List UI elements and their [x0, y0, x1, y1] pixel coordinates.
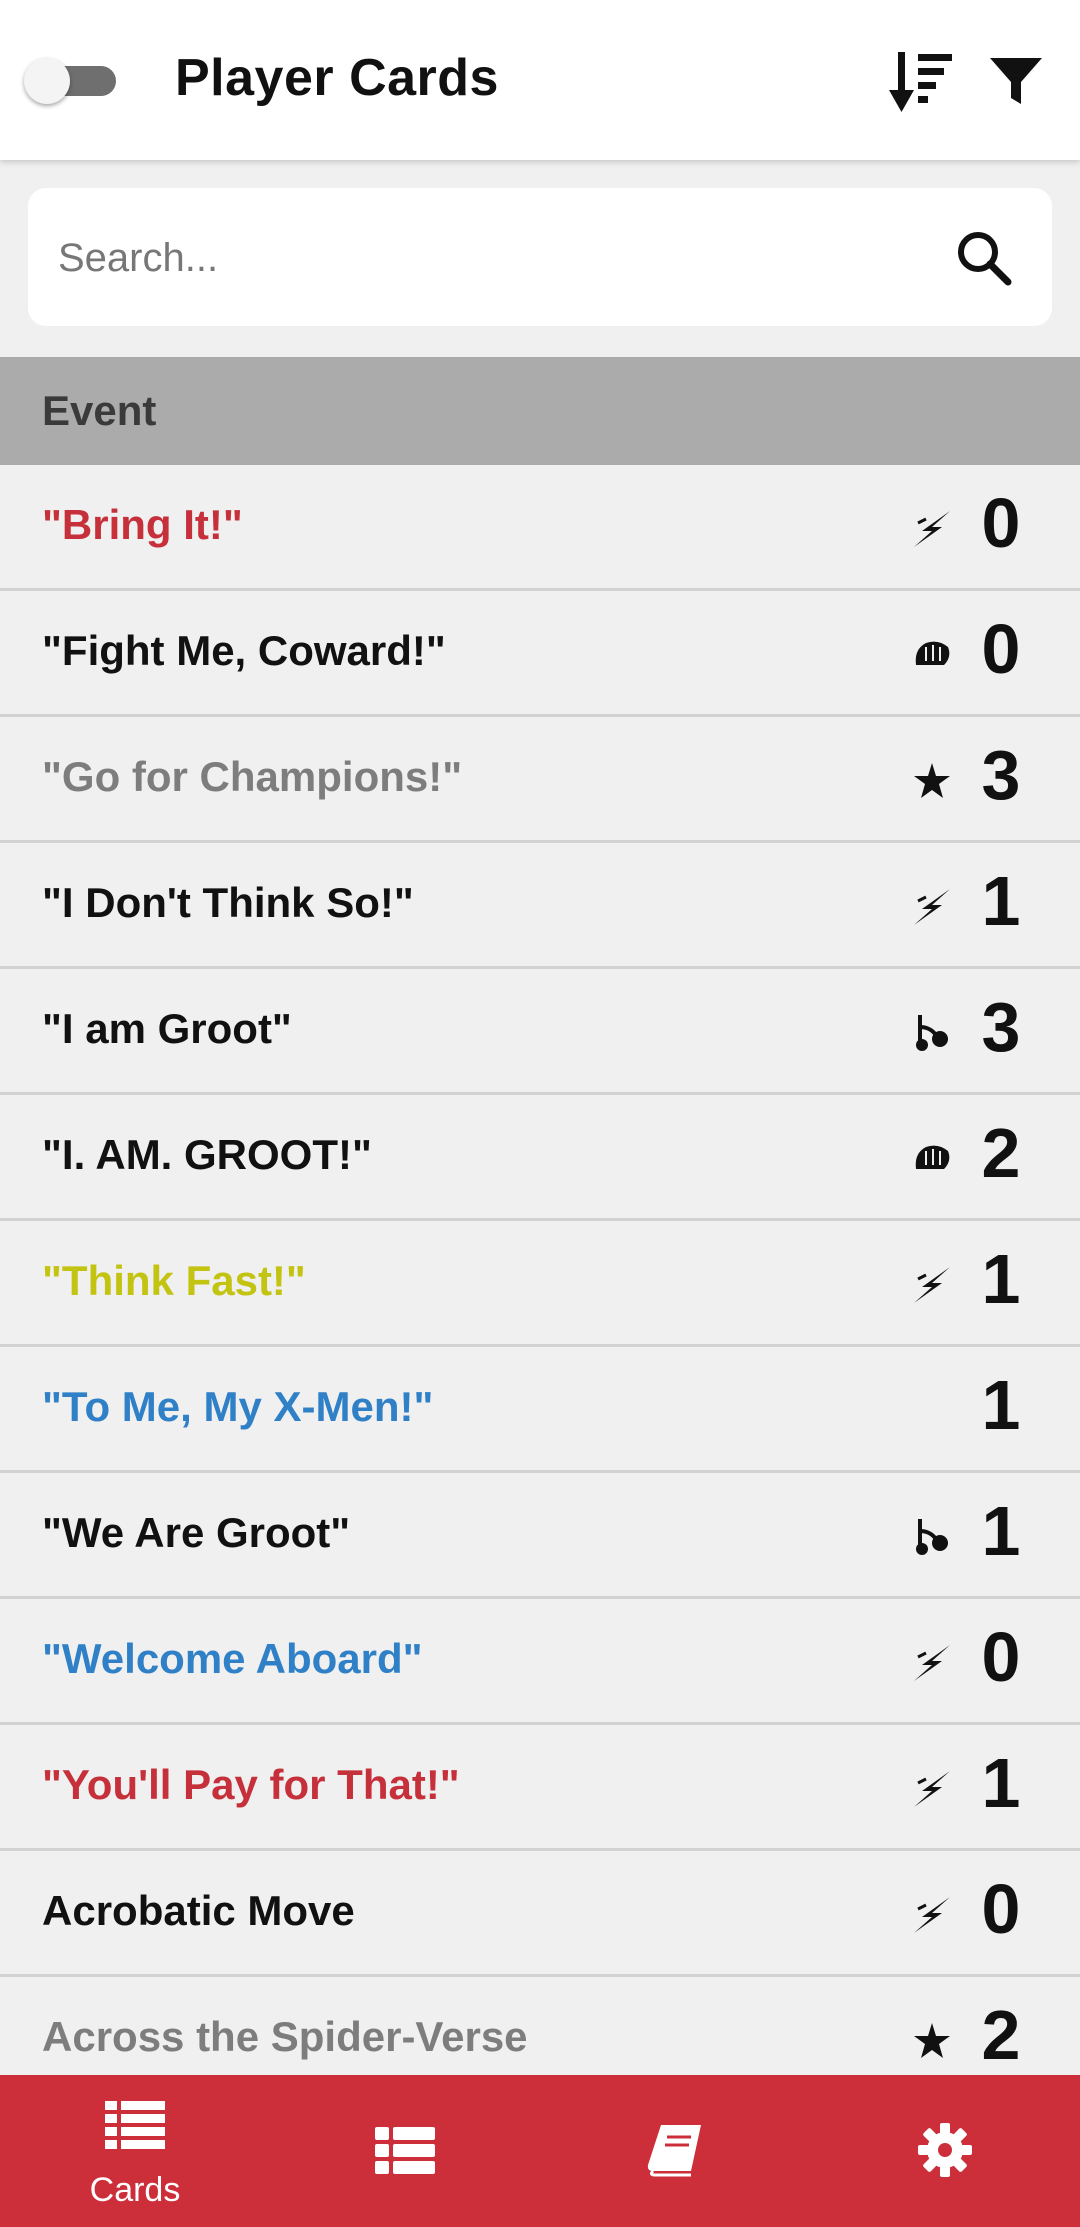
card-name: "Go for Champions!" [42, 753, 463, 800]
card-row[interactable]: "I Don't Think So!" 1 [0, 843, 1080, 969]
filter-button[interactable] [988, 54, 1044, 110]
view-toggle[interactable] [24, 58, 116, 104]
card-list-icon [105, 2101, 165, 2149]
card-name: "I. AM. GROOT!" [42, 1131, 372, 1178]
card-cost: 1 [981, 1366, 1021, 1444]
card-cost: 0 [981, 1618, 1021, 1696]
filter-icon [990, 58, 1042, 104]
sort-button[interactable] [888, 50, 954, 114]
card-name: "I Don't Think So!" [42, 879, 414, 926]
section-title: Event [42, 387, 157, 434]
fist-icon [912, 1139, 952, 1179]
card-cost: 2 [981, 1114, 1021, 1192]
nav-item-settings[interactable] [810, 2075, 1080, 2227]
card-row[interactable]: Acrobatic Move 0 [0, 1851, 1080, 1977]
bolt-icon [912, 1769, 952, 1809]
card-cost: 3 [981, 988, 1021, 1066]
bottom-nav: Cards [0, 2075, 1080, 2227]
nav-item-cards[interactable]: Cards [0, 2075, 270, 2227]
card-name: Across the Spider-Verse [42, 2013, 528, 2060]
card-name: "We Are Groot" [42, 1509, 351, 1556]
branch-icon [912, 1013, 952, 1053]
toggle-knob [24, 58, 70, 104]
card-name: "I am Groot" [42, 1005, 292, 1052]
section-header: Event [0, 357, 1080, 465]
nav-label-cards: Cards [89, 2171, 181, 2209]
card-name: "Think Fast!" [42, 1257, 306, 1304]
card-row[interactable]: "Welcome Aboard" 0 [0, 1599, 1080, 1725]
card-cost: 0 [981, 1870, 1021, 1948]
bolt-icon [912, 1265, 952, 1305]
card-row[interactable]: "You'll Pay for That!" 1 [0, 1725, 1080, 1851]
fist-icon [912, 635, 952, 675]
card-row[interactable]: "Go for Champions!" 3 [0, 717, 1080, 843]
card-name: "Welcome Aboard" [42, 1635, 423, 1682]
card-row[interactable]: "Bring It!" 0 [0, 465, 1080, 591]
card-row[interactable]: "Think Fast!" 1 [0, 1221, 1080, 1347]
card-row[interactable]: "Fight Me, Coward!" 0 [0, 591, 1080, 717]
card-row[interactable]: "I am Groot" 3 [0, 969, 1080, 1095]
card-cost: 1 [981, 1744, 1021, 1822]
card-cost: 2 [981, 1996, 1021, 2074]
branch-icon [912, 1517, 952, 1557]
card-row[interactable]: "We Are Groot" 1 [0, 1473, 1080, 1599]
search-input[interactable] [56, 224, 940, 292]
card-list: "Bring It!" 0 "Fight Me, Coward!" 0 "Go for … [0, 465, 1080, 2103]
card-name: Acrobatic Move [42, 1887, 355, 1934]
list-icon [375, 2127, 435, 2174]
nav-item-rules[interactable] [540, 2075, 810, 2227]
card-cost: 1 [981, 1240, 1021, 1318]
bolt-icon [912, 509, 952, 549]
card-cost: 1 [981, 1492, 1021, 1570]
bolt-icon [912, 887, 952, 927]
card-row[interactable]: "To Me, My X-Men!" 1 [0, 1347, 1080, 1473]
card-name: "Fight Me, Coward!" [42, 627, 446, 674]
book-icon [647, 2125, 701, 2177]
card-name: "To Me, My X-Men!" [42, 1383, 434, 1430]
search-icon[interactable] [952, 226, 1016, 290]
app-bar: Player Cards [0, 0, 1080, 160]
card-name: "Bring It!" [42, 501, 243, 548]
card-cost: 1 [981, 862, 1021, 940]
sort-icon [889, 52, 952, 112]
card-cost: 3 [981, 736, 1021, 814]
nav-item-list[interactable] [270, 2075, 540, 2227]
card-row[interactable]: "I. AM. GROOT!" 2 [0, 1095, 1080, 1221]
bolt-icon [912, 1895, 952, 1935]
gear-icon [918, 2123, 972, 2177]
bolt-icon [912, 1643, 952, 1683]
search-bar [28, 188, 1052, 326]
card-name: "You'll Pay for That!" [42, 1761, 460, 1808]
page-title: Player Cards [175, 49, 499, 107]
card-cost: 0 [981, 610, 1021, 688]
star-icon [912, 761, 952, 801]
card-cost: 0 [981, 484, 1021, 562]
star-icon [912, 2021, 952, 2061]
